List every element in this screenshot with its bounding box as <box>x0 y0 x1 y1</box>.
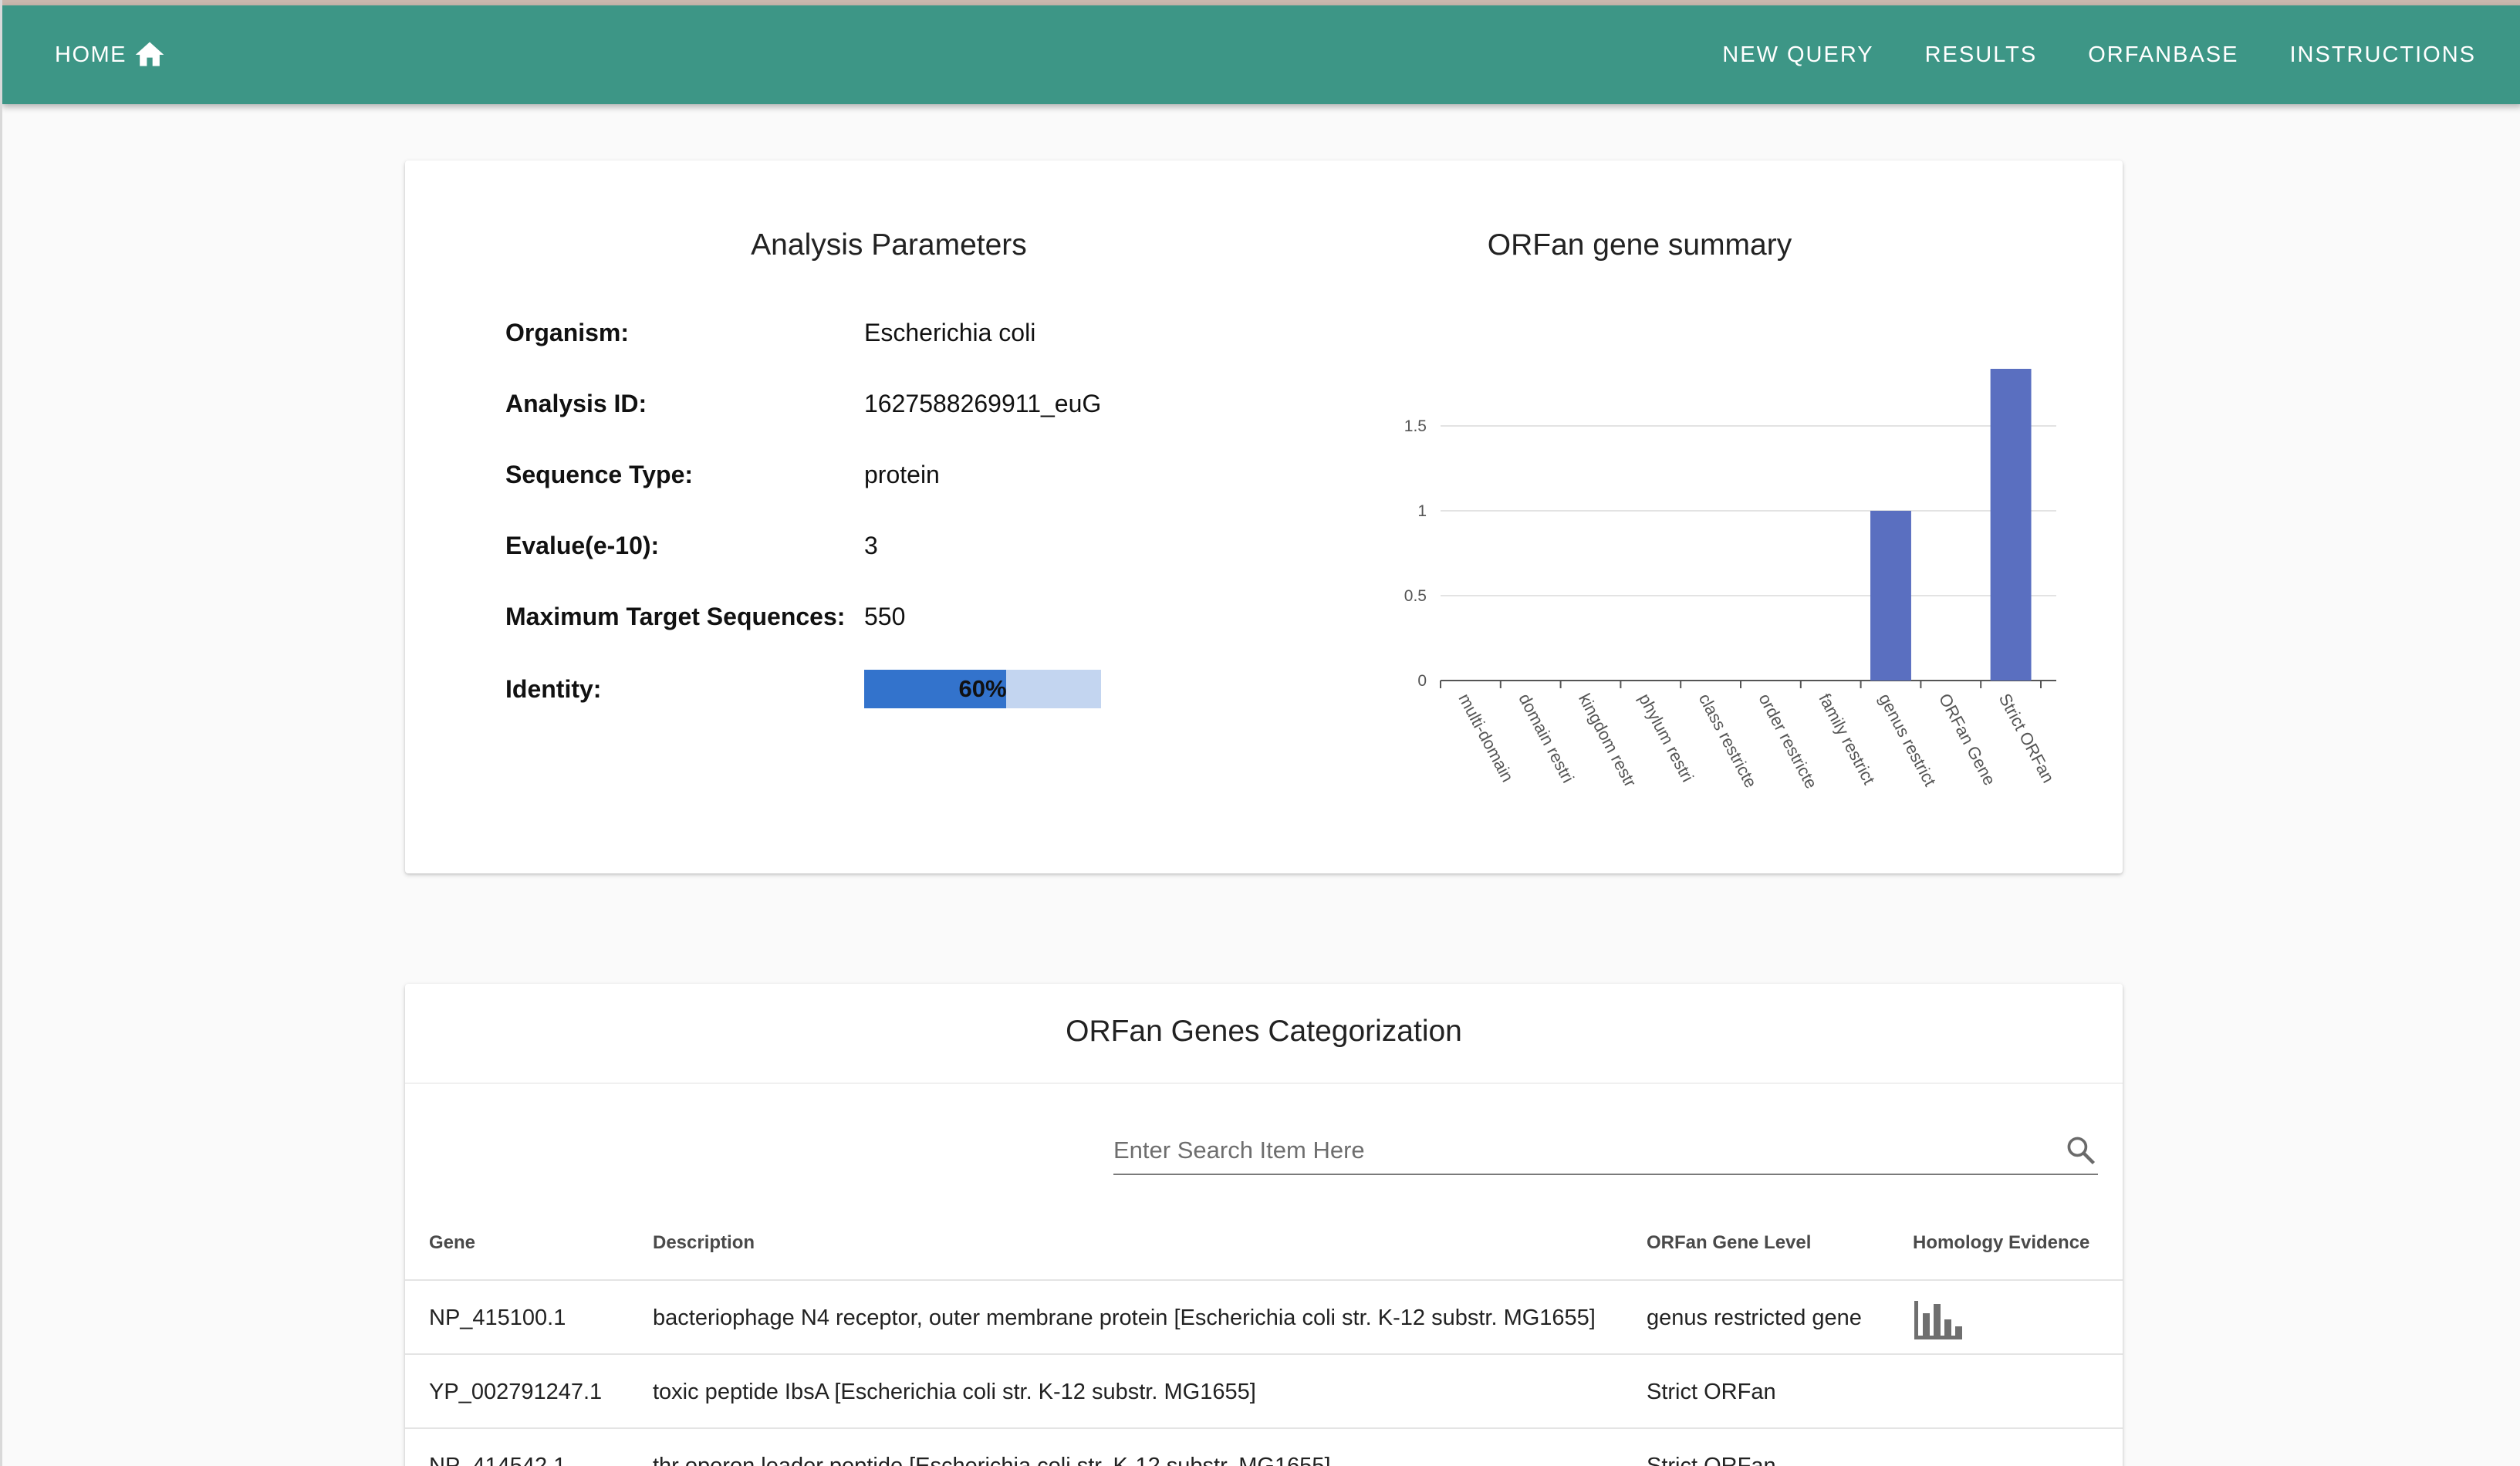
orfan-summary-bar-chart: 00.511.52multi-domaindomain restrikingdo… <box>1404 369 2059 792</box>
table-row[interactable]: NP_414542.1 thr operon leader peptide [E… <box>405 1427 2123 1466</box>
param-value: 3 <box>864 531 878 559</box>
analysis-summary-card: Analysis Parameters ORFan gene summary O… <box>405 160 2123 873</box>
param-label: Evalue(e-10): <box>505 531 660 559</box>
nav-instructions[interactable]: INSTRUCTIONS <box>2290 42 2477 68</box>
table-title: ORFan Genes Categorization <box>1066 1015 1462 1048</box>
y-tick-label: 1 <box>1417 502 1427 520</box>
x-tick-label: Strict ORFan <box>1995 691 2059 786</box>
param-label: Maximum Target Sequences: <box>505 602 846 630</box>
cell-gene: NP_415100.1 <box>429 1306 566 1330</box>
param-value: Escherichia coli <box>864 318 1036 346</box>
cell-gene: YP_002791247.1 <box>429 1380 603 1404</box>
bar-chart-icon[interactable] <box>1913 1298 1964 1341</box>
bar-strict-orfan[interactable] <box>1990 369 2032 681</box>
column-header-description[interactable]: Description <box>653 1232 755 1254</box>
x-tick-label: phylum restri <box>1635 691 1697 785</box>
chart-title: ORFan gene summary <box>1487 228 1792 262</box>
x-tick-label: domain restri <box>1515 691 1578 786</box>
param-row-identity: Identity: 60% <box>505 670 1101 708</box>
nav-links: NEW QUERY RESULTS ORFANBASE INSTRUCTIONS <box>1722 36 2476 73</box>
nav-orfanbase[interactable]: ORFANBASE <box>2088 42 2238 68</box>
cell-level: genus restricted gene <box>1647 1306 1862 1330</box>
param-label: Organism: <box>505 318 630 346</box>
home-icon <box>135 42 164 66</box>
identity-progress-bar: 60% <box>864 670 1101 708</box>
y-tick-label: 1.5 <box>1404 417 1427 435</box>
param-row-analysis-id: Analysis ID: 1627588269911_euG <box>505 384 1101 423</box>
y-tick-label: 0.5 <box>1404 587 1427 605</box>
param-row-max-target: Maximum Target Sequences: 550 <box>505 597 905 636</box>
x-tick-label: class restricte <box>1695 691 1761 791</box>
param-row-organism: Organism: Escherichia coli <box>505 313 1035 352</box>
cell-gene: NP_414542.1 <box>429 1454 566 1466</box>
search-input[interactable] <box>1113 1130 2024 1170</box>
search-box <box>1113 1130 2098 1175</box>
param-label: Analysis ID: <box>505 389 647 417</box>
app-screen: HOME NEW QUERY RESULTS ORFANBASE INSTRUC… <box>0 0 2520 1466</box>
param-row-evalue: Evalue(e-10): 3 <box>505 526 878 565</box>
bar-genus-restricted[interactable] <box>1870 511 1911 681</box>
param-value: 1627588269911_euG <box>864 389 1102 417</box>
cell-description: toxic peptide IbsA [Escherichia coli str… <box>653 1380 1256 1404</box>
column-header-evidence[interactable]: Homology Evidence <box>1913 1232 2089 1254</box>
window-top-edge <box>2 0 2520 5</box>
cell-description: thr operon leader peptide [Escherichia c… <box>653 1454 1331 1466</box>
column-header-level[interactable]: ORFan Gene Level <box>1647 1232 1811 1254</box>
x-tick-label: multi-domain <box>1454 691 1517 785</box>
table-row[interactable]: YP_002791247.1 toxic peptide IbsA [Esche… <box>405 1353 2123 1429</box>
nav-home-label: HOME <box>55 42 127 67</box>
param-value: 550 <box>864 602 906 630</box>
param-label: Sequence Type: <box>505 460 694 488</box>
x-tick-label: family restrict <box>1815 691 1879 788</box>
column-header-gene[interactable]: Gene <box>429 1232 475 1254</box>
identity-progress-text: 60% <box>958 675 1007 702</box>
x-tick-label: order restricte <box>1755 691 1821 792</box>
search-icon[interactable] <box>2064 1133 2098 1167</box>
x-tick-label: ORFan Gene <box>1935 691 2000 789</box>
x-tick-label: kingdom restr <box>1575 691 1640 790</box>
x-tick-label: genus restrict <box>1875 691 1940 789</box>
cell-level: Strict ORFan <box>1647 1380 1776 1404</box>
param-row-sequence-type: Sequence Type: protein <box>505 455 940 494</box>
table-row[interactable]: NP_415100.1 bacteriophage N4 receptor, o… <box>405 1279 2123 1355</box>
top-navbar: HOME NEW QUERY RESULTS ORFANBASE INSTRUC… <box>2 5 2520 104</box>
param-label: Identity: <box>505 674 602 703</box>
y-tick-label: 0 <box>1417 672 1427 690</box>
param-value: protein <box>864 460 940 488</box>
cell-description: bacteriophage N4 receptor, outer membran… <box>653 1306 1596 1330</box>
nav-home-link[interactable]: HOME <box>55 36 167 73</box>
nav-new-query[interactable]: NEW QUERY <box>1722 42 1873 68</box>
cell-level: Strict ORFan <box>1647 1454 1776 1466</box>
nav-results[interactable]: RESULTS <box>1925 42 2038 68</box>
